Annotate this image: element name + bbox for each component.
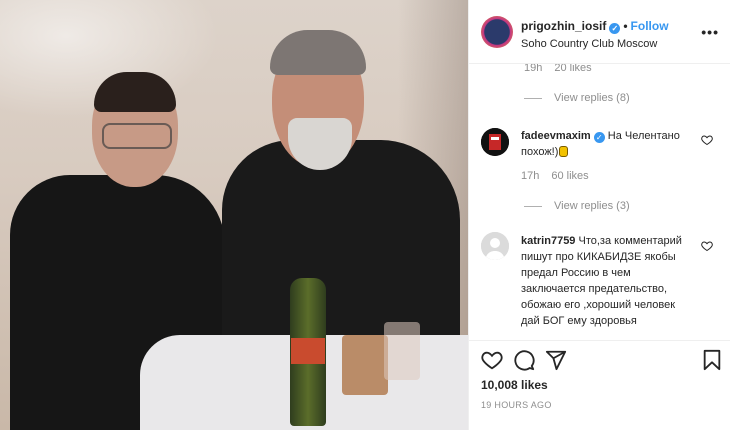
view-replies-label: View replies (8) xyxy=(554,92,630,104)
post-header: prigozhin_iosif ✓ • Follow Soho Country Clu… xyxy=(469,0,730,64)
view-replies-button[interactable]: View replies (8) xyxy=(524,92,630,104)
comment-body: fadeevmaxim ✓ На Челентано похож!) xyxy=(521,128,693,160)
comment-time[interactable]: 17h xyxy=(521,170,539,182)
comment-body: katrin7759 Что,за комментарий пишут про … xyxy=(521,233,693,329)
comment-likes[interactable]: 60 likes xyxy=(551,170,588,182)
author-username[interactable]: prigozhin_iosif xyxy=(521,19,606,33)
photo-glass xyxy=(342,335,388,395)
comment-avatar[interactable] xyxy=(481,232,509,260)
post-photo[interactable] xyxy=(0,0,468,430)
photo-person-right-hair xyxy=(270,30,366,75)
replies-line xyxy=(524,205,542,207)
comment-username[interactable]: fadeevmaxim xyxy=(521,130,591,142)
comment-like-icon[interactable] xyxy=(701,240,713,252)
comment-username[interactable]: katrin7759 xyxy=(521,235,575,247)
view-replies-label: View replies (3) xyxy=(554,200,630,212)
comment-time[interactable]: 19h xyxy=(524,64,542,74)
comment-icon[interactable] xyxy=(513,349,535,371)
comment-avatar[interactable] xyxy=(481,128,509,156)
post-timestamp[interactable]: 19 HOURS AGO xyxy=(481,400,552,410)
author-avatar[interactable] xyxy=(481,16,513,48)
bookmark-icon[interactable] xyxy=(701,349,723,371)
author-line: prigozhin_iosif ✓ • Follow xyxy=(521,19,669,34)
view-replies-button[interactable]: View replies (3) xyxy=(524,200,630,212)
share-icon[interactable] xyxy=(545,349,567,371)
replies-line xyxy=(524,97,542,99)
heart-icon[interactable] xyxy=(481,349,503,371)
follow-button[interactable]: Follow xyxy=(631,19,669,33)
comment-likes[interactable]: 20 likes xyxy=(554,64,591,74)
verified-icon: ✓ xyxy=(609,23,621,34)
post-side-panel: prigozhin_iosif ✓ • Follow Soho Country Clu… xyxy=(468,0,730,430)
avatar-image xyxy=(481,128,509,156)
emoji-icon xyxy=(559,146,569,157)
post-actions: 10,008 likes 19 HOURS AGO xyxy=(469,340,730,430)
verified-icon: ✓ xyxy=(593,132,605,143)
separator-dot: • xyxy=(623,19,628,33)
default-avatar-icon xyxy=(481,232,509,260)
like-count[interactable]: 10,008 likes xyxy=(481,378,548,392)
more-icon[interactable]: ••• xyxy=(701,24,719,40)
comment-text: Что,за комментарий пишут про КИКАБИДЗЕ я… xyxy=(521,235,682,327)
photo-bottle-label xyxy=(291,338,325,364)
photo-glass xyxy=(384,322,420,380)
post-location[interactable]: Soho Country Club Moscow xyxy=(521,38,657,50)
photo-person-left-glasses xyxy=(102,123,172,149)
comment-like-icon[interactable] xyxy=(701,134,713,146)
comments-list[interactable]: 19h 20 likes View replies (8) fadeevmaxim… xyxy=(469,64,730,340)
comment-meta: 17h 60 likes xyxy=(521,170,601,182)
comment-meta: 19h 20 likes xyxy=(524,64,604,74)
